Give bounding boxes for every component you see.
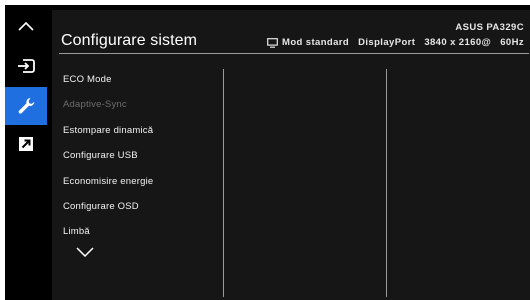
rail-system-setup-button[interactable] <box>5 87 47 125</box>
menu-item-usb-setup[interactable]: Configurare USB <box>63 150 138 161</box>
menu-item-power-saving[interactable]: Economisire energie <box>63 176 153 187</box>
status-header: ASUS PA329C Mod standard DisplayPort 384… <box>60 10 530 50</box>
refresh-label: 60Hz <box>500 37 524 48</box>
column-divider-1 <box>223 69 224 297</box>
monitor-icon <box>267 37 278 48</box>
rail-shortcut-button[interactable] <box>5 125 47 163</box>
resolution-label: 3840 x 2160@ <box>424 37 492 48</box>
menu-item-osd-setup[interactable]: Configurare OSD <box>63 201 139 212</box>
column-divider-2 <box>386 69 387 297</box>
model-name: ASUS PA329C <box>455 22 524 33</box>
menu-item-eco-mode[interactable]: ECO Mode <box>63 74 112 85</box>
mode-label: Mod standard <box>282 37 350 48</box>
wrench-icon <box>18 98 35 114</box>
osd-window: Configurare sistem ASUS PA329C Mod stand… <box>5 5 530 300</box>
status-bar: Mod standard DisplayPort 3840 x 2160@ 60… <box>267 37 524 48</box>
chevron-down-icon <box>76 247 94 258</box>
rail-up-button[interactable] <box>5 7 47 45</box>
menu-item-dynamic-dimming[interactable]: Estompare dinamică <box>63 125 153 136</box>
icon-rail <box>5 5 47 300</box>
menu-item-language[interactable]: Limbă <box>63 226 90 237</box>
header-divider <box>59 53 529 54</box>
input-label: DisplayPort <box>358 37 416 48</box>
scroll-down-button[interactable] <box>76 244 94 262</box>
settings-panel: Configurare sistem ASUS PA329C Mod stand… <box>52 10 530 300</box>
menu-item-adaptive-sync: Adaptive-Sync <box>63 99 127 110</box>
input-source-icon <box>18 59 35 73</box>
shortcut-icon <box>19 137 33 151</box>
chevron-up-icon <box>18 21 34 31</box>
rail-input-button[interactable] <box>5 47 47 85</box>
